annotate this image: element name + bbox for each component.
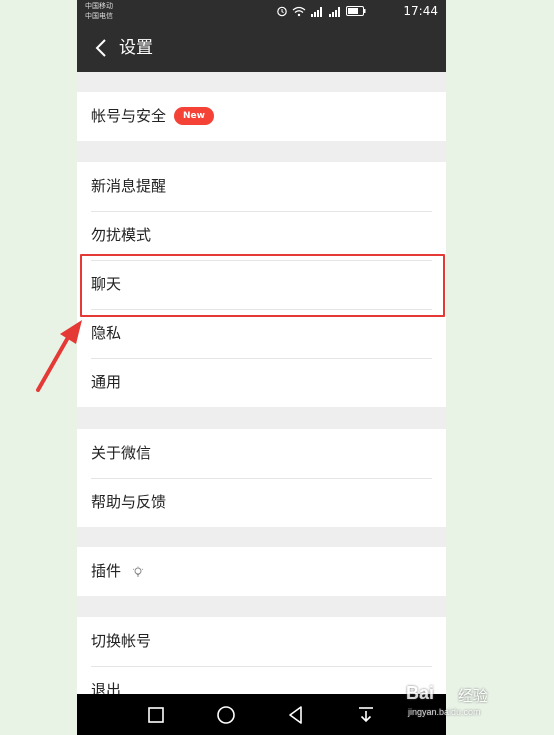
settings-item-label: 通用 bbox=[91, 373, 122, 391]
chat-highlight-box bbox=[80, 254, 445, 317]
settings-item-label: 隐私 bbox=[91, 324, 122, 342]
settings-item-label: 勿扰模式 bbox=[91, 226, 152, 244]
settings-item-new-message-alerts[interactable]: 新消息提醒 bbox=[77, 162, 446, 211]
red-arrow-icon bbox=[36, 320, 82, 392]
settings-group-account: 帐号与安全 New bbox=[77, 92, 446, 141]
screenshot-stage: 中国移动 中国电信 17:44 设置 帐号与安全 New 新消息提醒 勿扰模式 … bbox=[0, 0, 554, 735]
settings-item-plugins[interactable]: 插件 bbox=[77, 547, 446, 596]
phone-screen: 中国移动 中国电信 17:44 设置 帐号与安全 New 新消息提醒 勿扰模式 … bbox=[77, 0, 446, 735]
watermark-url: jingyan.baidu.com bbox=[408, 707, 481, 717]
settings-group-plugins: 插件 bbox=[77, 547, 446, 596]
home-icon[interactable] bbox=[215, 704, 237, 726]
settings-item-account-security[interactable]: 帐号与安全 New bbox=[77, 92, 446, 141]
lightbulb-icon bbox=[132, 566, 143, 576]
settings-item-label: 新消息提醒 bbox=[91, 177, 167, 195]
page-title: 设置 bbox=[119, 38, 153, 58]
settings-item-switch-account[interactable]: 切换帐号 bbox=[77, 617, 446, 666]
back-triangle-icon[interactable] bbox=[285, 704, 307, 726]
system-nav-bar bbox=[77, 694, 446, 735]
status-icons bbox=[276, 4, 366, 18]
carrier-label-2: 中国电信 bbox=[85, 12, 113, 20]
settings-item-label: 帮助与反馈 bbox=[91, 493, 167, 511]
carrier-label-1: 中国移动 bbox=[85, 2, 113, 10]
watermark-brand: Bai bbox=[406, 683, 435, 703]
settings-item-about-wechat[interactable]: 关于微信 bbox=[77, 429, 446, 478]
new-badge: New bbox=[174, 106, 214, 125]
settings-item-do-not-disturb[interactable]: 勿扰模式 bbox=[77, 211, 446, 260]
settings-group-about: 关于微信 帮助与反馈 bbox=[77, 429, 446, 527]
settings-item-general[interactable]: 通用 bbox=[77, 358, 446, 407]
settings-item-label: 插件 bbox=[91, 562, 122, 580]
signal-4g-icon bbox=[329, 6, 340, 17]
alarm-icon bbox=[277, 6, 287, 17]
status-bar: 中国移动 中国电信 17:44 bbox=[77, 0, 446, 24]
settings-item-label: 帐号与安全 bbox=[91, 107, 167, 125]
watermark-suffix: 经验 bbox=[458, 687, 489, 705]
baidu-jingyan-watermark: Bai 经验 jingyan.baidu.com bbox=[406, 683, 536, 723]
chevron-left-icon bbox=[95, 39, 106, 57]
wifi-icon bbox=[292, 6, 306, 16]
battery-icon bbox=[346, 6, 366, 16]
notification-pulldown-icon[interactable] bbox=[355, 704, 377, 726]
settings-item-label: 切换帐号 bbox=[91, 632, 152, 650]
back-button[interactable] bbox=[87, 34, 115, 62]
signal-2g-icon bbox=[311, 6, 322, 17]
recent-apps-icon[interactable] bbox=[145, 704, 167, 726]
status-time: 17:44 bbox=[403, 4, 438, 18]
title-bar: 设置 bbox=[77, 24, 446, 72]
settings-item-help-feedback[interactable]: 帮助与反馈 bbox=[77, 478, 446, 527]
settings-item-label: 关于微信 bbox=[91, 444, 152, 462]
